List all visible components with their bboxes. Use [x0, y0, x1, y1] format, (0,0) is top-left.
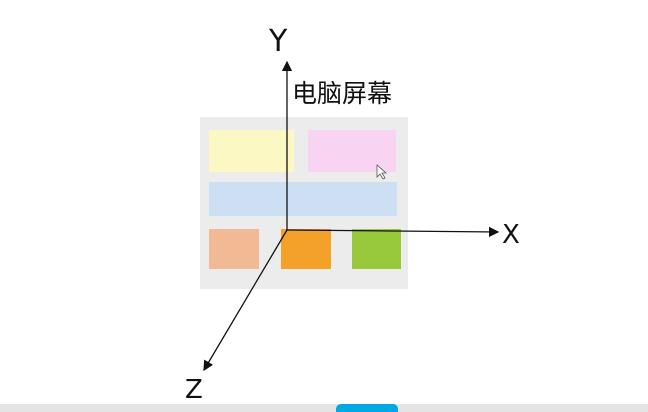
z-axis-label: Z [185, 375, 203, 405]
x-axis-label: X [502, 220, 520, 250]
axes [203, 60, 500, 372]
cursor-icon [376, 164, 388, 180]
bottom-button[interactable] [336, 404, 398, 412]
screen-label: 电脑屏幕 [292, 79, 393, 108]
x-axis-line [286, 226, 500, 238]
y-axis-label: Y [269, 24, 288, 59]
z-axis-line [203, 229, 288, 372]
bottom-bar [0, 404, 648, 412]
